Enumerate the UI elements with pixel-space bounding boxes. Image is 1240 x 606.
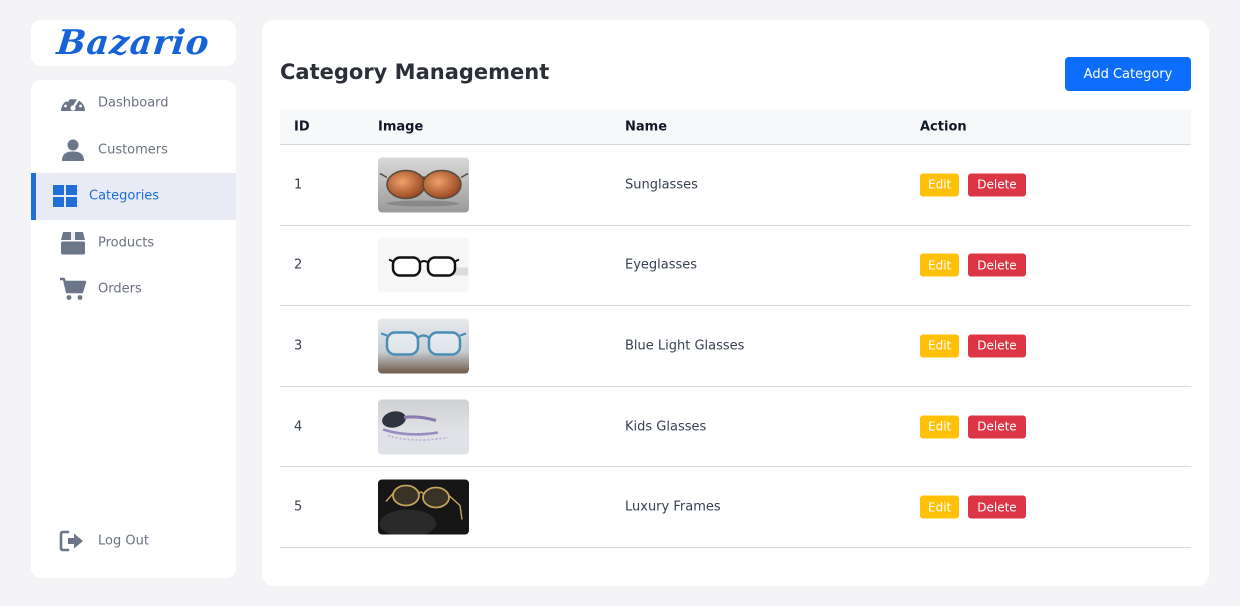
table-header: ID Image Name Action <box>280 109 1191 145</box>
delete-button[interactable]: Delete <box>968 334 1026 358</box>
luxury-frames-image <box>378 479 469 535</box>
row-name: Luxury Frames <box>625 499 721 515</box>
column-header-action: Action <box>920 119 967 134</box>
delete-button[interactable]: Delete <box>968 495 1026 519</box>
sidebar-item-label: Dashboard <box>98 95 169 111</box>
row-name: Kids Glasses <box>625 419 707 435</box>
cart-icon <box>59 277 87 301</box>
table-row: 3 Blue Light Glasses Edit Delete <box>280 306 1191 387</box>
sidebar: Dashboard Customers Categories Products … <box>31 80 236 578</box>
row-id: 4 <box>294 419 303 435</box>
logout-button[interactable]: Log Out <box>31 523 236 559</box>
sidebar-item-products[interactable]: Products <box>31 220 236 267</box>
delete-button[interactable]: Delete <box>968 173 1026 197</box>
row-actions: Edit Delete <box>920 253 1026 277</box>
sunglasses-image <box>378 157 469 213</box>
row-id: 5 <box>294 499 303 515</box>
grid-icon <box>51 184 79 208</box>
column-header-id: ID <box>294 119 310 134</box>
row-id: 1 <box>294 177 303 193</box>
eyeglasses-image <box>378 237 469 293</box>
table-row: 1 Sunglasses Edit Delete <box>280 145 1191 226</box>
row-id: 2 <box>294 257 303 273</box>
row-actions: Edit Delete <box>920 173 1026 197</box>
edit-button[interactable]: Edit <box>920 495 960 519</box>
user-icon <box>59 138 87 162</box>
dashboard-gauge-icon <box>59 91 87 115</box>
page-title: Category Management <box>280 60 550 84</box>
logo-card[interactable]: Bazario <box>31 20 236 66</box>
sidebar-item-label: Customers <box>98 142 168 158</box>
sidebar-item-label: Orders <box>98 281 142 297</box>
sidebar-nav: Dashboard Customers Categories Products … <box>31 80 236 313</box>
sidebar-item-label: Products <box>98 235 155 251</box>
delete-button[interactable]: Delete <box>968 253 1026 277</box>
row-actions: Edit Delete <box>920 334 1026 358</box>
sidebar-item-label: Categories <box>89 188 160 204</box>
logout-icon <box>59 530 85 552</box>
edit-button[interactable]: Edit <box>920 334 960 358</box>
row-name: Eyeglasses <box>625 257 698 273</box>
table-row: 2 Eyeglasses Edit Delete <box>280 226 1191 307</box>
box-icon <box>59 231 87 255</box>
row-id: 3 <box>294 338 303 354</box>
brand-logo[interactable]: Bazario <box>55 23 212 63</box>
main-panel: Category Management Add Category ID Imag… <box>262 20 1209 586</box>
row-name: Sunglasses <box>625 177 698 193</box>
logout-label: Log Out <box>98 533 149 549</box>
sidebar-item-orders[interactable]: Orders <box>31 266 236 313</box>
column-header-image: Image <box>378 119 424 134</box>
table-row: 5 Luxury Frames Edit Delete <box>280 467 1191 548</box>
edit-button[interactable]: Edit <box>920 415 960 439</box>
row-actions: Edit Delete <box>920 495 1026 519</box>
blue-light-glasses-image <box>378 318 469 374</box>
category-table: ID Image Name Action 1 Sunglasses Edit D… <box>280 109 1191 548</box>
edit-button[interactable]: Edit <box>920 173 960 197</box>
edit-button[interactable]: Edit <box>920 253 960 277</box>
add-category-button[interactable]: Add Category <box>1065 57 1191 91</box>
delete-button[interactable]: Delete <box>968 415 1026 439</box>
kids-glasses-image <box>378 399 469 455</box>
sidebar-item-customers[interactable]: Customers <box>31 127 236 174</box>
sidebar-item-dashboard[interactable]: Dashboard <box>31 80 236 127</box>
column-header-name: Name <box>625 119 668 134</box>
row-name: Blue Light Glasses <box>625 338 745 354</box>
row-actions: Edit Delete <box>920 415 1026 439</box>
sidebar-item-categories[interactable]: Categories <box>31 173 236 220</box>
table-row: 4 Kids Glasses Edit Delete <box>280 387 1191 468</box>
